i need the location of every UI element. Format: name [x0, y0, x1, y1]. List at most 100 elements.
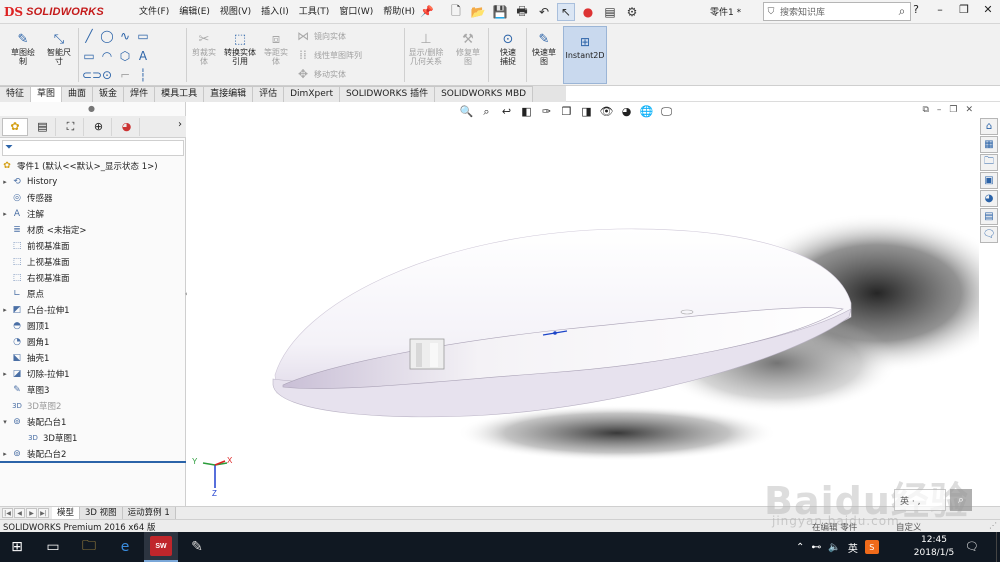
- viewport-restore-icon[interactable]: ⧉: [922, 105, 928, 115]
- tab-solidworks-addins[interactable]: SOLIDWORKS 插件: [339, 86, 436, 102]
- tree-node[interactable]: 3D 3D草图2: [0, 398, 186, 414]
- close-button[interactable]: ✕: [980, 3, 996, 16]
- tab-sheet-metal[interactable]: 钣金: [93, 86, 125, 102]
- tree-node[interactable]: ⬚ 前视基准面: [0, 238, 186, 254]
- solidworks-resources-icon[interactable]: ⌂: [980, 118, 998, 135]
- tree-node[interactable]: ▸ ⊚ 装配凸台2: [0, 446, 186, 462]
- next-tab-icon[interactable]: ▶: [26, 508, 37, 518]
- menu-tools[interactable]: 工具(T): [294, 5, 335, 19]
- file-properties-icon[interactable]: ▤: [601, 3, 619, 21]
- rebuild-icon[interactable]: ●: [579, 3, 597, 21]
- menu-insert[interactable]: 插入(I): [256, 5, 294, 19]
- edit-appearance-icon[interactable]: ◕: [619, 105, 634, 119]
- slot-icon[interactable]: ⊂⊃: [82, 68, 102, 82]
- new-icon[interactable]: 🗋: [447, 3, 465, 21]
- restore-button[interactable]: ❐: [956, 3, 972, 16]
- tab-evaluate[interactable]: 评估: [253, 86, 285, 102]
- speaker-icon[interactable]: 🔈: [828, 542, 840, 553]
- gear-icon[interactable]: ⚙: [623, 3, 641, 21]
- prev-tab-icon[interactable]: ◀: [14, 508, 25, 518]
- show-desktop-button[interactable]: [996, 532, 1000, 562]
- offset-entities-button[interactable]: ⧈ 等距实体: [258, 30, 294, 67]
- custom-properties-icon[interactable]: ▤: [980, 208, 998, 225]
- property-manager-tab[interactable]: ▤: [30, 117, 56, 136]
- undo-icon[interactable]: ↶: [535, 3, 553, 21]
- tree-node[interactable]: ▸ A 注解: [0, 206, 186, 222]
- screenshot-tool-icon[interactable]: ✎: [180, 532, 214, 562]
- rectangle-icon[interactable]: ▭: [82, 49, 96, 63]
- model-view[interactable]: Y X Z: [187, 103, 979, 508]
- plane-sketch-icon[interactable]: ▭: [136, 29, 150, 43]
- tree-root[interactable]: ✿ 零件1 (默认<<默认>_显示状态 1>): [0, 158, 186, 174]
- tab-weldments[interactable]: 焊件: [124, 86, 156, 102]
- tree-node[interactable]: ◓ 圆顶1: [0, 318, 186, 334]
- tree-node[interactable]: ⬚ 上视基准面: [0, 254, 186, 270]
- last-tab-icon[interactable]: ▶|: [38, 508, 49, 518]
- tab-mold-tools[interactable]: 模具工具: [155, 86, 205, 102]
- arc-icon[interactable]: ◠: [100, 49, 114, 63]
- display-manager-tab[interactable]: ◕: [114, 117, 140, 136]
- move-entities-button[interactable]: ✥ 移动实体: [296, 66, 346, 82]
- view-orientation-icon[interactable]: ❒: [559, 105, 574, 119]
- tab-direct-editing[interactable]: 直接编辑: [204, 86, 254, 102]
- line-icon[interactable]: ╱: [82, 29, 96, 43]
- tree-node[interactable]: ▾ ⊚ 装配凸台1: [0, 414, 186, 430]
- tree-filter[interactable]: ⏷: [2, 140, 184, 156]
- notification-icon[interactable]: 🗨: [965, 540, 979, 553]
- first-tab-icon[interactable]: |◀: [2, 508, 13, 518]
- quick-snaps-button[interactable]: ⊙ 快速捕捉: [490, 30, 526, 67]
- tree-node[interactable]: ◔ 圆角1: [0, 334, 186, 350]
- clock[interactable]: 12:45 2018/1/5: [912, 534, 956, 560]
- network-icon[interactable]: ⊷: [811, 542, 821, 553]
- pin-menu-icon[interactable]: 📌: [420, 5, 434, 18]
- tab-surfaces[interactable]: 曲面: [62, 86, 94, 102]
- rapid-sketch-button[interactable]: ✎ 快速草图: [526, 30, 562, 67]
- display-style-icon[interactable]: ◨: [579, 105, 594, 119]
- tree-node[interactable]: ≣ 材质 <未指定>: [0, 222, 186, 238]
- smart-dimension-button[interactable]: ⤡ 智能尺寸: [40, 30, 78, 67]
- configuration-manager-tab[interactable]: ⛶: [58, 117, 84, 136]
- view-palette-icon[interactable]: ▣: [980, 172, 998, 189]
- menu-help[interactable]: 帮助(H): [378, 5, 420, 19]
- help-icon[interactable]: ?: [908, 3, 924, 16]
- windows-start-icon[interactable]: ⊞: [0, 532, 34, 562]
- relations-button[interactable]: ⊥ 显示/删除几何关系: [404, 30, 448, 67]
- viewport-close-icon[interactable]: ✕: [965, 105, 973, 115]
- forum-icon[interactable]: 🗨: [980, 226, 998, 243]
- tree-node[interactable]: ⬚ 右视基准面: [0, 270, 186, 286]
- chevron-right-icon[interactable]: ▸: [0, 370, 10, 378]
- tab-motion-study[interactable]: 运动算例 1: [122, 507, 176, 519]
- mirror-entities-button[interactable]: ⋈ 镜向实体: [296, 28, 346, 44]
- graphics-area[interactable]: Y X Z 🔍 ⌕ ↩ ◧ ✑ ❒ ◨ 👁 ◕ 🌐 🖵 ⧉ – ❐ ✕: [187, 103, 979, 508]
- repair-sketch-button[interactable]: ⚒ 修复草图: [450, 30, 486, 67]
- tree-node[interactable]: ◎ 传感器: [0, 190, 186, 206]
- tree-node[interactable]: 3D 3D草图1: [0, 430, 186, 446]
- hide-show-items-icon[interactable]: 👁: [599, 105, 614, 119]
- tab-solidworks-mbd[interactable]: SOLIDWORKS MBD: [435, 86, 534, 102]
- save-icon[interactable]: 💾: [491, 3, 509, 21]
- tree-node[interactable]: ▸ ◪ 切除-拉伸1: [0, 366, 186, 382]
- instant2d-button[interactable]: ⊞ Instant2D: [563, 26, 607, 84]
- chevron-right-icon[interactable]: ›: [178, 119, 182, 130]
- chevron-down-icon[interactable]: ▾: [0, 418, 10, 426]
- sogou-ime-icon[interactable]: S: [864, 540, 879, 554]
- solidworks-logo[interactable]: DS SOLIDWORKS: [4, 4, 104, 20]
- previous-view-icon[interactable]: ↩: [499, 105, 514, 119]
- zoom-area-icon[interactable]: ⌕: [479, 105, 494, 119]
- tree-node[interactable]: ✎ 草图3: [0, 382, 186, 398]
- print-icon[interactable]: 🖶: [513, 3, 531, 21]
- point-icon[interactable]: ⊙: [100, 68, 114, 82]
- chevron-right-icon[interactable]: ▸: [0, 450, 10, 458]
- tree-node[interactable]: ⬕ 抽壳1: [0, 350, 186, 366]
- collapse-handle-icon[interactable]: ●: [88, 104, 95, 113]
- circle-icon[interactable]: ◯: [100, 29, 114, 43]
- dynamic-annotation-icon[interactable]: ✑: [539, 105, 554, 119]
- centerline-icon[interactable]: ┆: [136, 68, 150, 82]
- tab-3d-views[interactable]: 3D 视图: [80, 507, 123, 519]
- menu-view[interactable]: 视图(V): [215, 5, 256, 19]
- file-explorer-taskbar-icon[interactable]: 🗀: [72, 532, 106, 562]
- zoom-to-fit-icon[interactable]: 🔍: [459, 105, 474, 119]
- chevron-right-icon[interactable]: ▸: [0, 178, 10, 186]
- linear-pattern-button[interactable]: ⁞⁞ 线性草图阵列: [296, 47, 362, 63]
- chevron-up-icon[interactable]: ⌃: [796, 542, 804, 553]
